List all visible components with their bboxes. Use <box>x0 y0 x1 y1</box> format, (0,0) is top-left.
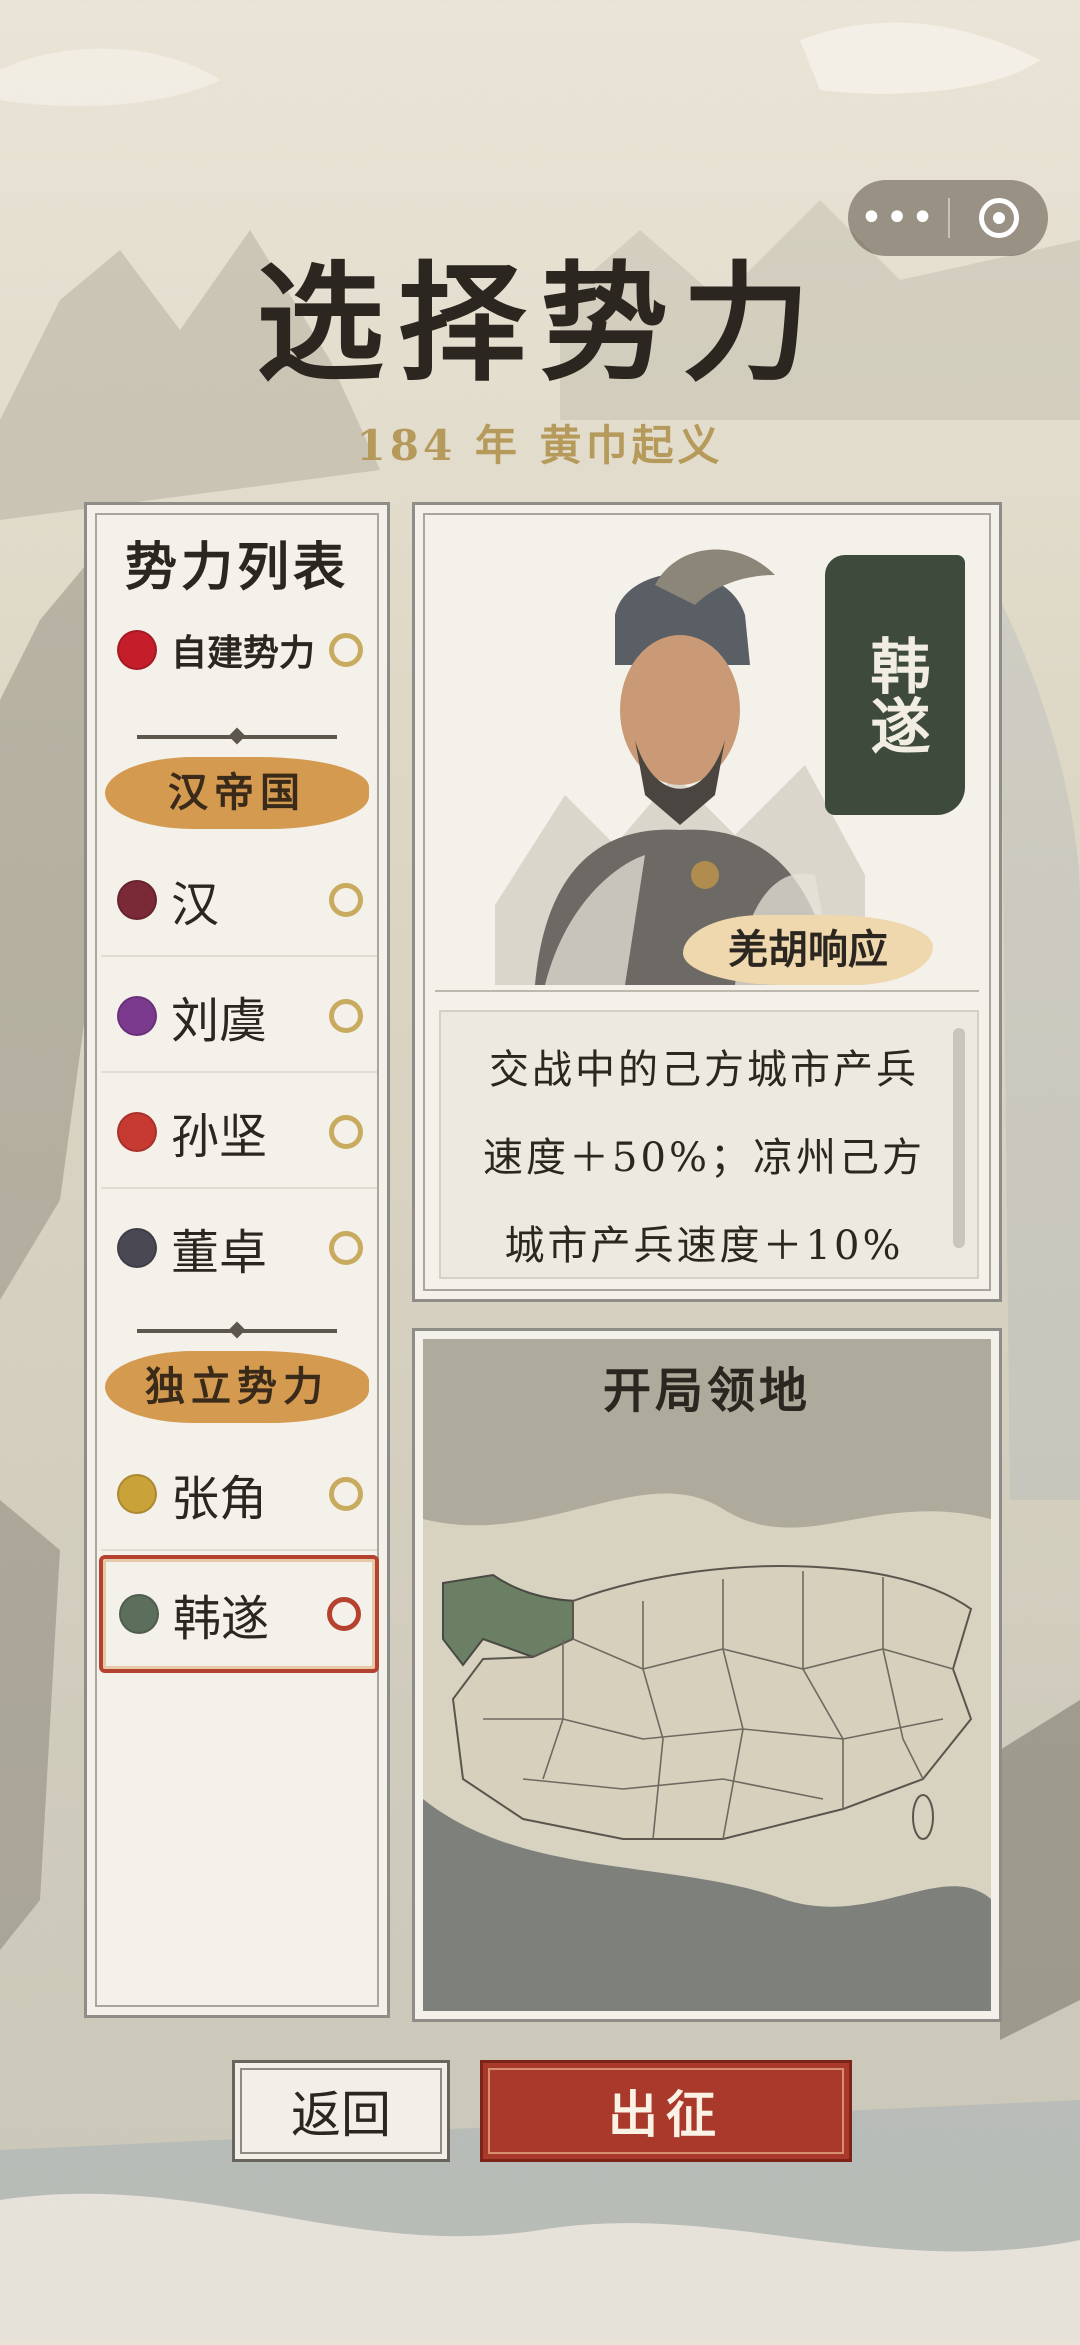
march-button[interactable]: 出征 <box>480 2060 852 2162</box>
group-banner-han: 汉帝国 <box>105 757 369 829</box>
faction-color-dot <box>117 1112 157 1152</box>
territory-map <box>423 1339 991 2011</box>
faction-color-dot <box>119 1594 159 1634</box>
faction-item-custom[interactable]: 自建势力 <box>101 595 377 705</box>
faction-label: 汉 <box>171 877 220 933</box>
territory-heading: 开局领地 <box>602 1363 811 1419</box>
radio-icon[interactable] <box>329 1115 363 1149</box>
faction-label: 刘虞 <box>171 993 268 1049</box>
radio-icon[interactable] <box>329 633 363 667</box>
faction-list-heading: 势力列表 <box>124 537 349 598</box>
back-button[interactable]: 返回 <box>232 2060 450 2162</box>
faction-item-hansui[interactable]: 韩遂 <box>99 1555 379 1673</box>
faction-color-dot <box>117 1474 157 1514</box>
faction-item-zhangjiao[interactable]: 张角 <box>101 1439 377 1551</box>
radio-selected-icon[interactable] <box>327 1597 361 1631</box>
faction-item-sunjian[interactable]: 孙坚 <box>101 1077 377 1189</box>
faction-label: 自建势力 <box>171 632 316 674</box>
radio-icon[interactable] <box>329 1477 363 1511</box>
leader-card-panel: 韩遂 羌胡响应 交战中的己方城市产兵速度＋50%；凉州己方城市产兵速度＋10% <box>412 502 1002 1302</box>
faction-list-panel: 势力列表 自建势力 汉帝国 汉 刘虞 孙坚 董卓 独立势力 张角 韩遂 <box>84 502 390 2018</box>
faction-item-dongzhuo[interactable]: 董卓 <box>101 1193 377 1303</box>
skill-description-box[interactable]: 交战中的己方城市产兵速度＋50%；凉州己方城市产兵速度＋10% <box>439 1010 979 1279</box>
radio-icon[interactable] <box>329 883 363 917</box>
description-scrollbar[interactable] <box>953 1028 965 1248</box>
territory-map-panel: 开局领地 <box>412 1328 1002 2022</box>
skill-description: 交战中的己方城市产兵速度＋50%；凉州己方城市产兵速度＋10% <box>483 1047 925 1269</box>
faction-label: 韩遂 <box>173 1591 270 1647</box>
faction-item-han[interactable]: 汉 <box>101 845 377 957</box>
faction-color-dot <box>117 630 157 670</box>
faction-label: 张角 <box>171 1471 268 1527</box>
ornament-divider <box>137 1329 337 1333</box>
scenario-subtitle: 184 年 黄巾起义 <box>356 421 724 470</box>
faction-color-dot <box>117 880 157 920</box>
faction-color-dot <box>117 996 157 1036</box>
ornament-divider <box>137 735 337 739</box>
group-banner-independent: 独立势力 <box>105 1351 369 1423</box>
faction-label: 孙坚 <box>171 1109 268 1165</box>
faction-label: 董卓 <box>171 1225 268 1281</box>
page-title: 选择势力 <box>255 249 824 399</box>
faction-item-liuyu[interactable]: 刘虞 <box>101 961 377 1073</box>
leader-name-plate: 韩遂 <box>825 555 965 815</box>
leader-skill-name: 羌胡响应 <box>683 915 933 985</box>
radio-icon[interactable] <box>329 999 363 1033</box>
card-divider <box>435 990 979 992</box>
faction-color-dot <box>117 1228 157 1268</box>
radio-icon[interactable] <box>329 1231 363 1265</box>
